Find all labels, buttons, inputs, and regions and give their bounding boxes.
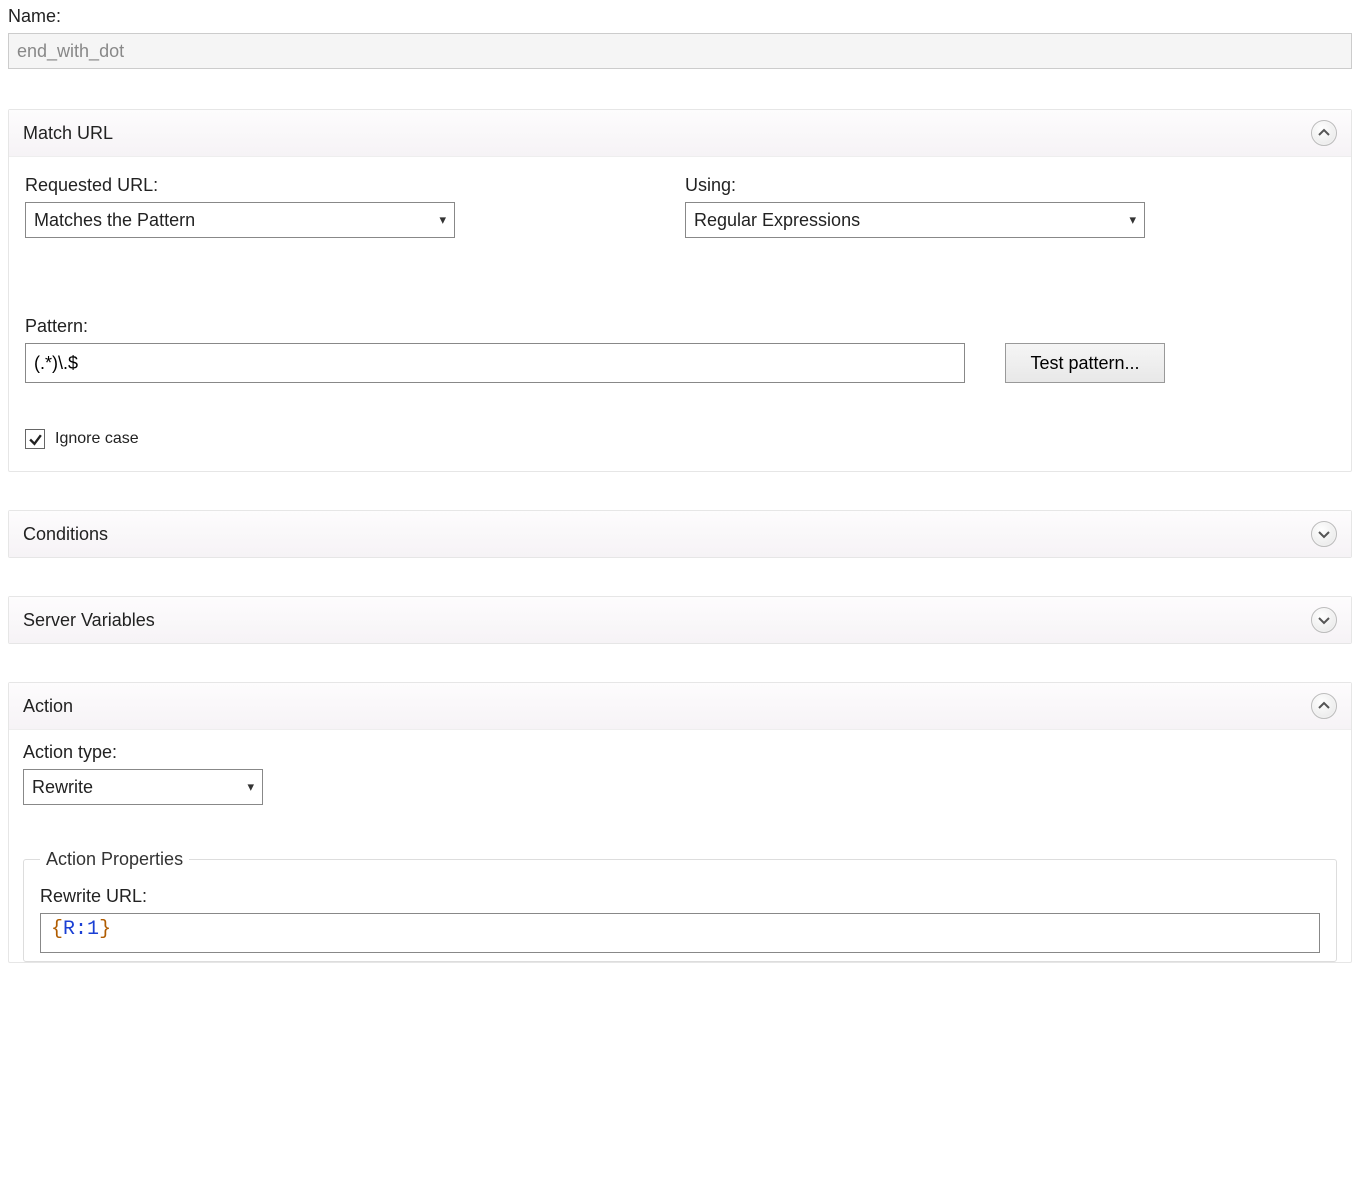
server-variables-header: Server Variables	[9, 597, 1351, 643]
chevron-down-icon: ▾	[439, 212, 446, 228]
chevron-up-icon	[1318, 127, 1330, 139]
pattern-input[interactable]	[25, 343, 965, 383]
match-url-panel: Match URL Requested URL: Matches the Pat…	[8, 109, 1352, 472]
chevron-up-icon	[1318, 700, 1330, 712]
expand-server-variables-button[interactable]	[1311, 607, 1337, 633]
name-input[interactable]	[8, 33, 1352, 69]
action-title: Action	[23, 696, 73, 717]
action-panel: Action Action type: Rewrite ▾ Action Pro…	[8, 682, 1352, 963]
ignore-case-checkbox[interactable]	[25, 429, 45, 449]
chevron-down-icon	[1318, 614, 1330, 626]
using-select[interactable]: Regular Expressions ▾	[685, 202, 1145, 238]
requested-url-select[interactable]: Matches the Pattern ▾	[25, 202, 455, 238]
server-variables-panel: Server Variables	[8, 596, 1352, 644]
chevron-down-icon	[1318, 528, 1330, 540]
rewrite-url-input[interactable]: {R:1}	[40, 913, 1320, 953]
name-label: Name:	[8, 6, 1352, 27]
action-type-value: Rewrite	[32, 777, 93, 798]
collapse-match-url-button[interactable]	[1311, 120, 1337, 146]
collapse-action-button[interactable]	[1311, 693, 1337, 719]
token-brace-close: }	[99, 918, 111, 941]
action-type-label: Action type:	[23, 742, 1337, 763]
check-icon	[28, 432, 43, 447]
conditions-header: Conditions	[9, 511, 1351, 557]
rewrite-url-label: Rewrite URL:	[40, 886, 1320, 907]
action-properties-legend: Action Properties	[40, 849, 189, 870]
chevron-down-icon: ▾	[247, 779, 254, 795]
match-url-header: Match URL	[9, 110, 1351, 157]
token-colon: :	[75, 918, 87, 941]
action-header: Action	[9, 683, 1351, 730]
token-brace-open: {	[51, 918, 63, 941]
conditions-panel: Conditions	[8, 510, 1352, 558]
action-properties-group: Action Properties Rewrite URL: {R:1}	[23, 849, 1337, 962]
chevron-down-icon: ▾	[1129, 212, 1136, 228]
requested-url-value: Matches the Pattern	[34, 210, 195, 231]
ignore-case-label: Ignore case	[55, 430, 139, 448]
match-url-body: Requested URL: Matches the Pattern ▾ Usi…	[9, 157, 1351, 471]
expand-conditions-button[interactable]	[1311, 521, 1337, 547]
action-type-select[interactable]: Rewrite ▾	[23, 769, 263, 805]
requested-url-label: Requested URL:	[25, 175, 685, 196]
test-pattern-button[interactable]: Test pattern...	[1005, 343, 1165, 383]
pattern-label: Pattern:	[25, 316, 1335, 337]
token-num: 1	[87, 918, 99, 941]
token-var: R	[63, 918, 75, 941]
using-label: Using:	[685, 175, 1155, 196]
match-url-title: Match URL	[23, 123, 113, 144]
action-body: Action type: Rewrite ▾ Action Properties…	[9, 730, 1351, 962]
server-variables-title: Server Variables	[23, 610, 155, 631]
conditions-title: Conditions	[23, 524, 108, 545]
using-value: Regular Expressions	[694, 210, 860, 231]
